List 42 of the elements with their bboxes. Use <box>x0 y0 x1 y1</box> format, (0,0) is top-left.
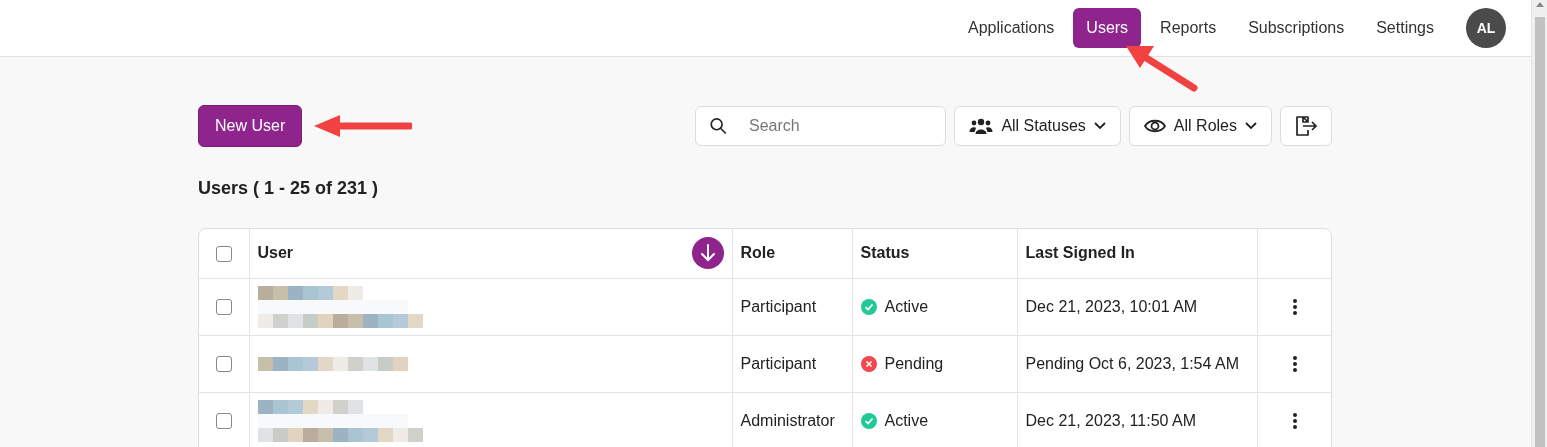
select-all-checkbox[interactable] <box>215 246 232 262</box>
status-text: Active <box>884 296 929 317</box>
role-text: Administrator <box>740 411 835 429</box>
vertical-dots-icon <box>1293 356 1298 373</box>
role-text: Participant <box>740 354 817 372</box>
row-checkbox[interactable] <box>215 356 232 373</box>
row-checkbox[interactable] <box>215 413 232 430</box>
new-user-button[interactable]: New User <box>198 105 303 147</box>
nav-tab[interactable]: Users <box>1073 8 1142 48</box>
people-icon <box>969 117 994 135</box>
nav-tab[interactable]: Subscriptions <box>1235 8 1358 48</box>
scroll-up-icon[interactable] <box>1535 2 1544 7</box>
last-signed-in-text: Dec 21, 2023, 11:50 AM <box>1025 411 1196 429</box>
status-text: Active <box>884 410 929 431</box>
search-icon <box>710 116 727 136</box>
nav-tab[interactable]: Settings <box>1363 8 1447 48</box>
column-header[interactable]: Last Signed In <box>1025 244 1135 262</box>
column-header[interactable]: Role <box>740 244 776 262</box>
last-signed-in-text: Pending Oct 6, 2023, 1:54 AM <box>1025 354 1239 372</box>
chevron-down-icon <box>1093 122 1106 130</box>
search-field[interactable]: Search <box>695 106 947 146</box>
role-text: Participant <box>740 297 817 315</box>
status-text: Pending <box>884 353 944 374</box>
nav-tab[interactable]: Applications <box>955 8 1068 48</box>
search-input[interactable]: Search <box>747 113 932 139</box>
role-filter-dropdown[interactable]: All Roles <box>1128 106 1272 146</box>
users-count-heading: Users ( 1 - 25 of 231 ) <box>198 177 380 200</box>
status-filter-dropdown[interactable]: All Statuses <box>954 106 1121 146</box>
eye-icon <box>1143 118 1166 134</box>
column-header[interactable]: Status <box>860 244 910 262</box>
export-button[interactable] <box>1280 106 1332 146</box>
chevron-down-icon <box>1245 122 1257 130</box>
sort-descending-icon[interactable] <box>691 237 724 270</box>
export-icon <box>1295 116 1317 136</box>
vertical-dots-icon <box>1293 299 1298 316</box>
row-checkbox[interactable] <box>215 299 232 316</box>
last-signed-in-text: Dec 21, 2023, 10:01 AM <box>1025 297 1198 315</box>
vertical-dots-icon <box>1293 413 1298 430</box>
nav-tab[interactable]: Reports <box>1147 8 1230 48</box>
user-avatar[interactable]: AL <box>1466 8 1506 48</box>
column-header[interactable]: User <box>257 241 294 266</box>
scrollbar-thumb[interactable] <box>1534 17 1545 447</box>
